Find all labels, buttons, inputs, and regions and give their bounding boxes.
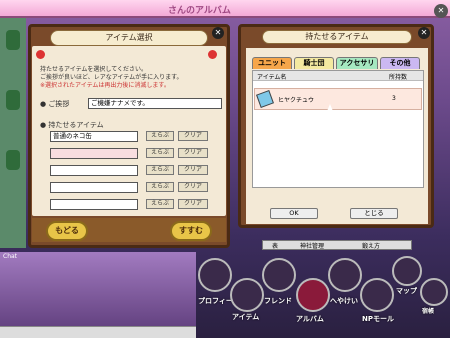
np-mall-icon[interactable] (360, 278, 394, 312)
dock-label: マップ (396, 287, 417, 295)
item-slot-2[interactable] (50, 148, 138, 159)
back-button[interactable]: もどる (46, 221, 88, 241)
dock-label: 宿帳 (422, 308, 435, 315)
clear-button[interactable]: クリア (178, 182, 208, 192)
dock-label: フレンド (264, 297, 292, 305)
greeting-label-text: ご挨拶 (48, 100, 70, 108)
tab-other[interactable]: その他 (380, 57, 420, 69)
cursor-icon (325, 104, 335, 116)
album-title: さんのアルバム (168, 6, 231, 16)
bell-icon[interactable] (420, 278, 448, 306)
greeting-label: ● ご挨拶 (40, 100, 70, 108)
pick-button[interactable]: えらぶ (146, 131, 174, 141)
plant-decor-icon (6, 90, 20, 110)
ok-button[interactable]: OK (270, 208, 318, 219)
col-count: 所持数 (389, 74, 408, 81)
friend-icon[interactable] (262, 258, 296, 292)
col-name: アイテム名 (257, 74, 287, 81)
album-icon[interactable] (296, 278, 330, 312)
description: 持たせるアイテムを選択してください。 ご挨拶が良いほど、レアなアイテムが手に入り… (40, 66, 220, 90)
clear-button[interactable]: クリア (178, 131, 208, 141)
profile-icon[interactable] (198, 258, 232, 292)
pick-button[interactable]: えらぶ (146, 182, 174, 192)
item-slot-1[interactable]: 普通のネコ缶 (50, 131, 138, 142)
pin-icon (208, 50, 217, 59)
desc-line: 持たせるアイテムを選択してください。 (40, 66, 148, 73)
item-slot-5[interactable] (50, 199, 138, 210)
left-decor-strip (0, 18, 26, 248)
tab-knights[interactable]: 騎士団 (294, 57, 334, 69)
window-close-icon[interactable]: ✕ (434, 4, 448, 18)
plant-decor-icon (6, 150, 20, 170)
item-select-title: アイテム選択 (50, 30, 208, 46)
chat-label: Chat (3, 253, 18, 260)
dock-label: NPモール (362, 315, 394, 323)
holdable-items-title: 持たせるアイテム (262, 30, 412, 44)
dock-label: アルバム (296, 315, 324, 323)
tab-accessory[interactable]: アクセサリ (336, 57, 378, 69)
desc-note: ※選択されたアイテムは再出力後に消滅します。 (40, 82, 170, 89)
status-bar (0, 326, 196, 338)
item-name: ヒヤクチュウ (278, 97, 315, 104)
item-slot-3[interactable] (50, 165, 138, 176)
dock-label: アイテム (232, 313, 260, 321)
map-icon[interactable] (392, 256, 422, 286)
close-button[interactable]: とじる (350, 208, 398, 219)
greeting-input[interactable]: ご機嫌ナナメです。 (88, 98, 222, 109)
tab-unit[interactable]: ユニット (252, 57, 292, 69)
close-icon[interactable]: ✕ (212, 27, 224, 39)
close-icon[interactable]: ✕ (418, 27, 430, 39)
clear-button[interactable]: クリア (178, 199, 208, 209)
clear-button[interactable]: クリア (178, 165, 208, 175)
pick-button[interactable]: えらぶ (146, 199, 174, 209)
pick-button[interactable]: えらぶ (146, 165, 174, 175)
desc-line: ご挨拶が良いほど、レアなアイテムが手に入ります。 (40, 74, 183, 81)
item-icon[interactable] (230, 278, 264, 312)
plant-decor-icon (6, 30, 20, 50)
pin-icon (36, 50, 45, 59)
items-label: ● 持たせるアイテム (40, 121, 104, 129)
room-icon[interactable] (328, 258, 362, 292)
item-slot-4[interactable] (50, 182, 138, 193)
dock-label: へやけい (330, 297, 358, 305)
clear-button[interactable]: クリア (178, 148, 208, 158)
next-button[interactable]: すすむ (170, 221, 212, 241)
pick-button[interactable]: えらぶ (146, 148, 174, 158)
items-label-text: 持たせるアイテム (48, 121, 104, 129)
item-count: 3 (392, 95, 396, 102)
